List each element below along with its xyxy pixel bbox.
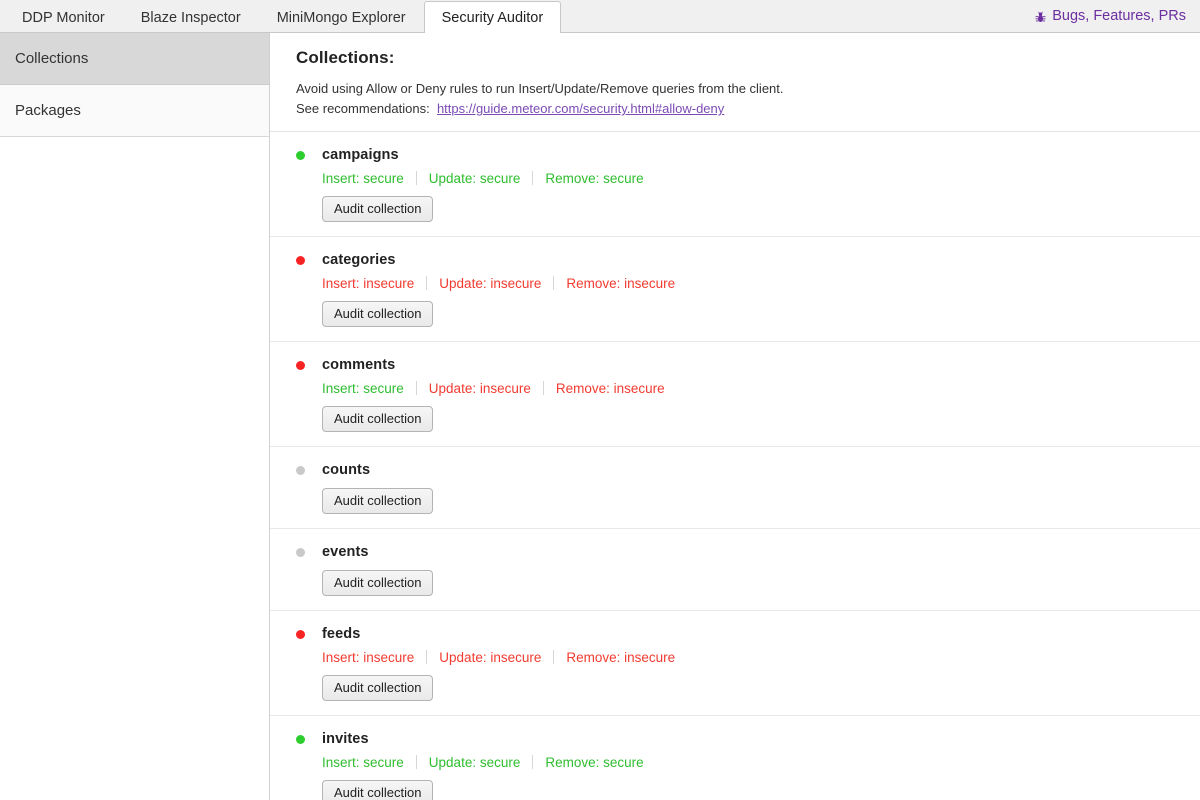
status-update: Update: secure	[428, 754, 521, 770]
recommendations-label: See recommendations:	[296, 101, 430, 116]
status-separator	[426, 650, 428, 664]
status-remove: Remove: insecure	[566, 275, 676, 291]
status-dot-secure	[296, 151, 305, 160]
audit-button-wrap: Audit collection	[322, 196, 1200, 222]
status-dot-unknown	[296, 466, 305, 475]
status-insert: Insert: secure	[322, 380, 404, 396]
sidebar-item-packages[interactable]: Packages	[0, 85, 269, 137]
collection-name: counts	[322, 461, 371, 478]
status-dot-insecure	[296, 361, 305, 370]
status-separator	[553, 276, 555, 290]
collection-row: comments Insert: secure Update: insecure Re…	[270, 342, 1200, 447]
audit-button-wrap: Audit collection	[322, 570, 1200, 596]
status-update: Update: insecure	[439, 275, 542, 291]
app-window: DDP Monitor Blaze Inspector MiniMongo Expl…	[0, 0, 1200, 800]
status-insert: Insert: insecure	[322, 649, 415, 665]
tab-blaze-inspector[interactable]: Blaze Inspector	[123, 1, 259, 33]
collection-row: categories Insert: insecure Update: insecu…	[270, 237, 1200, 342]
status-remove: Remove: insecure	[566, 649, 676, 665]
main-panel: Collections: Avoid using Allow or Deny r…	[270, 33, 1200, 800]
status-insert: Insert: secure	[322, 170, 404, 186]
tab-ddp-monitor[interactable]: DDP Monitor	[4, 1, 123, 33]
tab-list: DDP Monitor Blaze Inspector MiniMongo Expl…	[4, 0, 562, 33]
collection-header: feeds	[296, 624, 1200, 643]
status-insert: Insert: insecure	[322, 275, 415, 291]
collection-status-line: Insert: secure Update: secure Remove: secu…	[322, 753, 1200, 771]
collection-name: categories	[322, 251, 396, 268]
recommendations-line: See recommendations: https://guide.meteo…	[296, 99, 1200, 119]
status-separator	[415, 755, 417, 769]
status-separator	[426, 276, 428, 290]
sidebar-empty-area	[0, 137, 269, 800]
status-dot-insecure	[296, 256, 305, 265]
status-insert: Insert: secure	[322, 754, 404, 770]
status-remove: Remove: secure	[545, 754, 644, 770]
audit-collection-button[interactable]: Audit collection	[322, 301, 434, 327]
bug-icon	[1034, 11, 1047, 24]
body-split: Collections Packages Collections: Avoid u…	[0, 33, 1200, 800]
bugs-features-prs-label: Bugs, Features, PRs	[1052, 8, 1186, 24]
collection-status-line: Insert: secure Update: insecure Remove: in…	[322, 379, 1200, 397]
audit-collection-button[interactable]: Audit collection	[322, 196, 434, 222]
status-update: Update: insecure	[428, 380, 531, 396]
status-update: Update: insecure	[439, 649, 542, 665]
main-header: Collections: Avoid using Allow or Deny r…	[270, 33, 1200, 132]
collection-header: counts	[296, 460, 1200, 479]
status-separator	[532, 755, 534, 769]
security-warning-text: Avoid using Allow or Deny rules to run I…	[296, 81, 784, 96]
collection-name: events	[322, 543, 369, 560]
collection-header: comments	[296, 355, 1200, 374]
tab-minimongo-explorer[interactable]: MiniMongo Explorer	[259, 1, 424, 33]
status-separator	[553, 650, 555, 664]
audit-button-wrap: Audit collection	[322, 780, 1200, 800]
collection-row: invites Insert: secure Update: secure Remov…	[270, 716, 1200, 800]
collection-name: campaigns	[322, 146, 399, 163]
status-update: Update: secure	[428, 170, 521, 186]
audit-collection-button[interactable]: Audit collection	[322, 780, 434, 800]
status-remove: Remove: insecure	[555, 380, 665, 396]
collection-status-line: Insert: insecure Update: insecure Remove: …	[322, 274, 1200, 292]
collection-header: campaigns	[296, 145, 1200, 164]
audit-collection-button[interactable]: Audit collection	[322, 406, 434, 432]
audit-button-wrap: Audit collection	[322, 488, 1200, 514]
collection-header: categories	[296, 250, 1200, 269]
audit-collection-button[interactable]: Audit collection	[322, 675, 434, 701]
status-separator	[532, 171, 534, 185]
bugs-features-prs-link[interactable]: Bugs, Features, PRs	[1034, 0, 1200, 32]
audit-button-wrap: Audit collection	[322, 301, 1200, 327]
collection-status-line: Insert: secure Update: secure Remove: secu…	[322, 169, 1200, 187]
status-dot-insecure	[296, 630, 305, 639]
collection-row: feeds Insert: insecure Update: insecure Rem…	[270, 611, 1200, 716]
sidebar-item-label: Packages	[15, 102, 81, 119]
recommendations-link[interactable]: https://guide.meteor.com/security.html#a…	[437, 101, 724, 116]
status-separator	[415, 171, 417, 185]
tab-security-auditor[interactable]: Security Auditor	[423, 1, 562, 33]
audit-button-wrap: Audit collection	[322, 406, 1200, 432]
collection-row: events Audit collection	[270, 529, 1200, 611]
collection-header: events	[296, 542, 1200, 561]
sidebar-item-list: Collections Packages	[0, 33, 269, 137]
status-separator	[415, 381, 417, 395]
collection-header: invites	[296, 729, 1200, 748]
audit-button-wrap: Audit collection	[322, 675, 1200, 701]
sidebar-item-collections[interactable]: Collections	[0, 33, 269, 85]
audit-collection-button[interactable]: Audit collection	[322, 570, 434, 596]
collection-name: feeds	[322, 625, 361, 642]
collection-status-line: Insert: insecure Update: insecure Remove: …	[322, 648, 1200, 666]
status-remove: Remove: secure	[545, 170, 644, 186]
tab-bar: DDP Monitor Blaze Inspector MiniMongo Expl…	[0, 0, 1200, 33]
page-title: Collections:	[296, 48, 395, 67]
status-dot-unknown	[296, 548, 305, 557]
collection-list: campaigns Insert: secure Update: secure Rem…	[270, 132, 1200, 800]
collection-name: invites	[322, 730, 369, 747]
status-separator	[542, 381, 544, 395]
collection-name: comments	[322, 356, 396, 373]
collection-row: counts Audit collection	[270, 447, 1200, 529]
audit-collection-button[interactable]: Audit collection	[322, 488, 434, 514]
sidebar: Collections Packages	[0, 33, 270, 800]
collection-row: campaigns Insert: secure Update: secure Rem…	[270, 132, 1200, 237]
sidebar-item-label: Collections	[15, 50, 89, 67]
status-dot-secure	[296, 735, 305, 744]
